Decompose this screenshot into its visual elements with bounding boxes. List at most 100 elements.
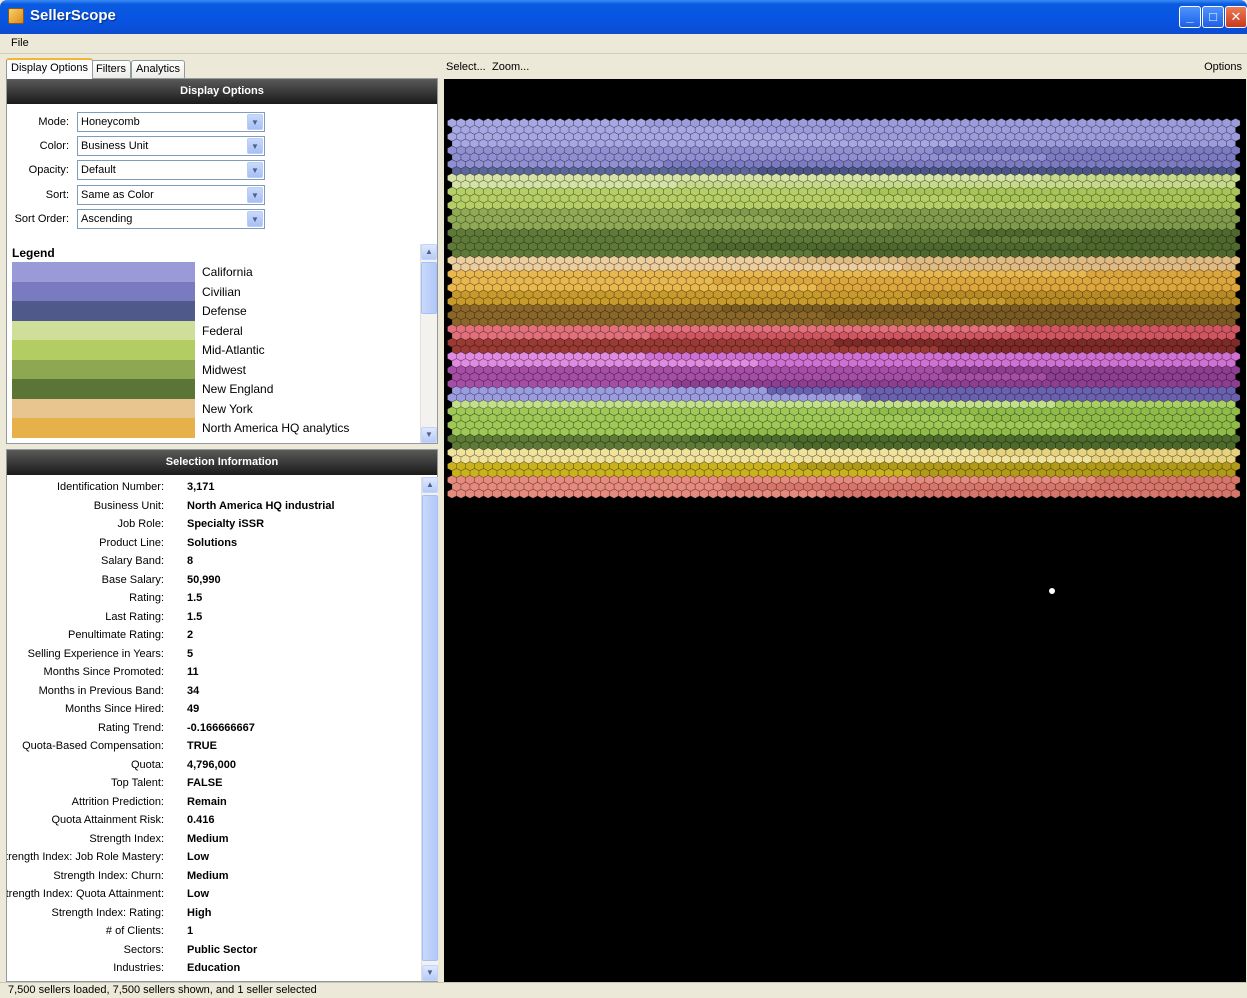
- hex-cell[interactable]: [519, 488, 529, 499]
- hex-cell[interactable]: [861, 488, 872, 499]
- chevron-down-icon[interactable]: ▼: [247, 187, 263, 203]
- selected-seller-marker[interactable]: [1049, 588, 1055, 594]
- tab-display-options[interactable]: Display Options: [6, 58, 94, 79]
- hex-cell[interactable]: [456, 488, 466, 499]
- hex-cell[interactable]: [528, 488, 538, 499]
- hex-cell[interactable]: [672, 488, 682, 499]
- hex-cell[interactable]: [636, 488, 646, 499]
- tab-analytics[interactable]: Analytics: [131, 60, 186, 78]
- chevron-down-icon[interactable]: ▼: [247, 211, 263, 227]
- hex-cell[interactable]: [1122, 488, 1133, 499]
- hex-cell[interactable]: [1149, 488, 1160, 499]
- hex-cell[interactable]: [1203, 488, 1214, 499]
- hex-cell[interactable]: [978, 488, 989, 499]
- hex-cell[interactable]: [969, 488, 980, 499]
- hex-cell[interactable]: [735, 488, 746, 499]
- tab-filters[interactable]: Filters: [91, 60, 131, 78]
- hex-cell[interactable]: [870, 488, 881, 499]
- chevron-down-icon[interactable]: ▼: [247, 114, 263, 130]
- hex-cell[interactable]: [1140, 488, 1151, 499]
- hex-cell[interactable]: [1131, 488, 1142, 499]
- hex-cell[interactable]: [1005, 488, 1016, 499]
- hex-cell[interactable]: [537, 488, 547, 499]
- legend-scroll-thumb[interactable]: [421, 262, 437, 314]
- hex-cell[interactable]: [879, 488, 890, 499]
- hex-cell[interactable]: [546, 488, 556, 499]
- hex-cell[interactable]: [492, 488, 502, 499]
- hex-cell[interactable]: [915, 488, 926, 499]
- hex-cell[interactable]: [600, 488, 610, 499]
- hex-cell[interactable]: [1050, 488, 1061, 499]
- minimize-button[interactable]: _: [1179, 6, 1201, 28]
- hex-cell[interactable]: [924, 488, 935, 499]
- hex-cell[interactable]: [771, 488, 782, 499]
- hex-cell[interactable]: [1158, 488, 1169, 499]
- scroll-up-icon[interactable]: ▲: [422, 477, 438, 493]
- hex-cell[interactable]: [789, 488, 800, 499]
- hex-cell[interactable]: [762, 488, 773, 499]
- hex-cell[interactable]: [1194, 488, 1205, 499]
- hex-cell[interactable]: [1104, 488, 1115, 499]
- hex-cells[interactable]: [447, 118, 1241, 499]
- honeycomb-visualization[interactable]: [444, 79, 1246, 982]
- hex-cell[interactable]: [474, 488, 484, 499]
- hex-cell[interactable]: [1059, 488, 1070, 499]
- chevron-down-icon[interactable]: ▼: [247, 162, 263, 178]
- options-button[interactable]: Options: [1204, 61, 1242, 73]
- hex-cell[interactable]: [690, 488, 700, 499]
- hex-cell[interactable]: [654, 488, 664, 499]
- hex-cell[interactable]: [555, 488, 565, 499]
- hex-cell[interactable]: [582, 488, 592, 499]
- hex-cell[interactable]: [852, 488, 863, 499]
- hex-cell[interactable]: [816, 488, 827, 499]
- hex-cell[interactable]: [627, 488, 637, 499]
- sort-select[interactable]: Same as Color ▼: [77, 185, 265, 205]
- hex-cell[interactable]: [618, 488, 628, 499]
- hex-cell[interactable]: [1032, 488, 1043, 499]
- hex-cell[interactable]: [753, 488, 764, 499]
- hex-cell[interactable]: [987, 488, 998, 499]
- hex-cell[interactable]: [609, 488, 619, 499]
- hex-cell[interactable]: [1077, 488, 1088, 499]
- hex-cell[interactable]: [843, 488, 854, 499]
- hex-cell[interactable]: [888, 488, 899, 499]
- scroll-up-icon[interactable]: ▲: [421, 244, 437, 260]
- hex-cell[interactable]: [1041, 488, 1052, 499]
- hex-cell[interactable]: [663, 488, 673, 499]
- hex-cell[interactable]: [681, 488, 691, 499]
- hex-cell[interactable]: [645, 488, 655, 499]
- hex-cell[interactable]: [465, 488, 475, 499]
- hex-cell[interactable]: [501, 488, 511, 499]
- hex-cell[interactable]: [1095, 488, 1106, 499]
- hex-cell[interactable]: [573, 488, 583, 499]
- hex-cell[interactable]: [717, 488, 727, 499]
- maximize-button[interactable]: □: [1202, 6, 1224, 28]
- hex-cell[interactable]: [1113, 488, 1124, 499]
- menu-file[interactable]: File: [11, 37, 29, 49]
- sort-order-select[interactable]: Ascending ▼: [77, 209, 265, 229]
- hex-cell[interactable]: [1176, 488, 1187, 499]
- opacity-select[interactable]: Default ▼: [77, 160, 265, 180]
- hex-cell[interactable]: [726, 488, 737, 499]
- hex-cell[interactable]: [708, 488, 718, 499]
- hex-cell[interactable]: [1023, 488, 1034, 499]
- legend-scrollbar[interactable]: ▲ ▼: [420, 244, 437, 443]
- hex-cell[interactable]: [510, 488, 520, 499]
- chevron-down-icon[interactable]: ▼: [247, 138, 263, 154]
- hex-cell[interactable]: [447, 488, 457, 499]
- hex-cell[interactable]: [699, 488, 709, 499]
- hex-cell[interactable]: [1212, 488, 1223, 499]
- scroll-down-icon[interactable]: ▼: [422, 965, 438, 981]
- hex-cell[interactable]: [933, 488, 944, 499]
- hex-cell[interactable]: [825, 488, 836, 499]
- hex-cell[interactable]: [1014, 488, 1025, 499]
- selection-scroll-thumb[interactable]: [422, 495, 438, 961]
- mode-select[interactable]: Honeycomb ▼: [77, 112, 265, 132]
- select-button[interactable]: Select...: [446, 61, 486, 73]
- hex-cell[interactable]: [960, 488, 971, 499]
- hex-cell[interactable]: [1221, 488, 1232, 499]
- hex-cell[interactable]: [996, 488, 1007, 499]
- hex-cell[interactable]: [1230, 488, 1241, 499]
- hex-cell[interactable]: [1068, 488, 1079, 499]
- zoom-button[interactable]: Zoom...: [492, 61, 529, 73]
